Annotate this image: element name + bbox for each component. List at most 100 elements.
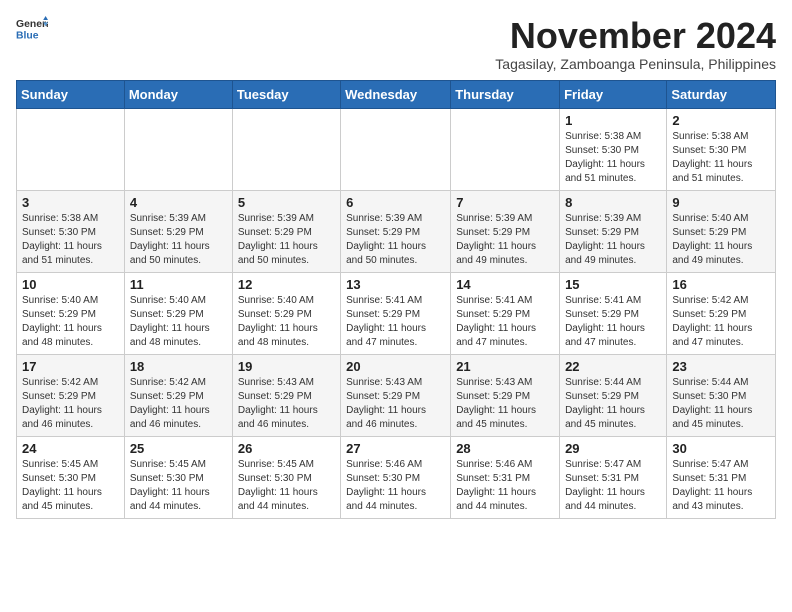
- svg-text:General: General: [16, 19, 48, 30]
- day-info: Sunrise: 5:39 AM Sunset: 5:29 PM Dayligh…: [238, 212, 335, 268]
- day-info: Sunrise: 5:43 AM Sunset: 5:29 PM Dayligh…: [346, 376, 445, 432]
- day-number: 9: [672, 195, 770, 210]
- day-number: 6: [346, 195, 445, 210]
- weekday-header: Wednesday: [341, 80, 451, 108]
- day-number: 13: [346, 277, 445, 292]
- day-number: 25: [130, 441, 227, 456]
- calendar-cell: 26Sunrise: 5:45 AM Sunset: 5:30 PM Dayli…: [232, 436, 340, 518]
- calendar-cell: 10 Sunrise: 5:40 AM Sunset: 5:29 PM Dayli…: [17, 272, 125, 354]
- day-info: Sunrise: 5:40 AM Sunset: 5:29 PM Dayligh…: [130, 294, 227, 350]
- day-number: 18: [130, 359, 227, 374]
- day-info: Sunrise: 5:44 AM Sunset: 5:29 PM Dayligh…: [565, 376, 661, 432]
- calendar-cell: 16 Sunrise: 5:42 AM Sunset: 5:29 PM Dayli…: [667, 272, 776, 354]
- day-info: Sunrise: 5:39 AM Sunset: 5:29 PM Dayligh…: [346, 212, 445, 268]
- calendar-cell: 12 Sunrise: 5:40 AM Sunset: 5:29 PM Dayli…: [232, 272, 340, 354]
- calendar-week-row: 1 Sunrise: 5:38 AM Sunset: 5:30 PM Daylig…: [17, 108, 776, 190]
- calendar-week-row: 10 Sunrise: 5:40 AM Sunset: 5:29 PM Dayli…: [17, 272, 776, 354]
- day-info: Sunrise: 5:41 AM Sunset: 5:29 PM Dayligh…: [456, 294, 554, 350]
- day-info: Sunrise: 5:39 AM Sunset: 5:29 PM Dayligh…: [456, 212, 554, 268]
- day-info: Sunrise: 5:45 AM Sunset: 5:30 PM Dayligh…: [22, 458, 119, 514]
- day-number: 4: [130, 195, 227, 210]
- calendar-cell: 9 Sunrise: 5:40 AM Sunset: 5:29 PM Daylig…: [667, 190, 776, 272]
- calendar-table: SundayMondayTuesdayWednesdayThursdayFrid…: [16, 80, 776, 519]
- day-info: Sunrise: 5:47 AM Sunset: 5:31 PM Dayligh…: [672, 458, 770, 514]
- weekday-header: Friday: [560, 80, 667, 108]
- calendar-cell: 18 Sunrise: 5:42 AM Sunset: 5:29 PM Dayli…: [124, 354, 232, 436]
- day-number: 11: [130, 277, 227, 292]
- calendar-cell: 22 Sunrise: 5:44 AM Sunset: 5:29 PM Dayli…: [560, 354, 667, 436]
- calendar-cell: [341, 108, 451, 190]
- day-number: 21: [456, 359, 554, 374]
- day-info: Sunrise: 5:40 AM Sunset: 5:29 PM Dayligh…: [22, 294, 119, 350]
- day-info: Sunrise: 5:39 AM Sunset: 5:29 PM Dayligh…: [130, 212, 227, 268]
- day-number: 27: [346, 441, 445, 456]
- day-info: Sunrise: 5:40 AM Sunset: 5:29 PM Dayligh…: [238, 294, 335, 350]
- day-info: Sunrise: 5:46 AM Sunset: 5:30 PM Dayligh…: [346, 458, 445, 514]
- weekday-header: Sunday: [17, 80, 125, 108]
- day-info: Sunrise: 5:40 AM Sunset: 5:29 PM Dayligh…: [672, 212, 770, 268]
- calendar-cell: 3 Sunrise: 5:38 AM Sunset: 5:30 PM Daylig…: [17, 190, 125, 272]
- day-number: 23: [672, 359, 770, 374]
- day-info: Sunrise: 5:46 AM Sunset: 5:31 PM Dayligh…: [456, 458, 554, 514]
- day-number: 22: [565, 359, 661, 374]
- day-number: 26: [238, 441, 335, 456]
- day-info: Sunrise: 5:38 AM Sunset: 5:30 PM Dayligh…: [565, 130, 661, 186]
- logo-icon: General Blue: [16, 16, 48, 44]
- weekday-header: Thursday: [451, 80, 560, 108]
- day-info: Sunrise: 5:41 AM Sunset: 5:29 PM Dayligh…: [565, 294, 661, 350]
- day-number: 14: [456, 277, 554, 292]
- day-number: 15: [565, 277, 661, 292]
- title-area: November 2024 Tagasilay, Zamboanga Penin…: [495, 16, 776, 72]
- day-info: Sunrise: 5:47 AM Sunset: 5:31 PM Dayligh…: [565, 458, 661, 514]
- calendar-cell: 27 Sunrise: 5:46 AM Sunset: 5:30 PM Dayli…: [341, 436, 451, 518]
- calendar-week-row: 17Sunrise: 5:42 AM Sunset: 5:29 PM Dayli…: [17, 354, 776, 436]
- calendar-cell: 11 Sunrise: 5:40 AM Sunset: 5:29 PM Dayli…: [124, 272, 232, 354]
- calendar-cell: [17, 108, 125, 190]
- calendar-cell: 1 Sunrise: 5:38 AM Sunset: 5:30 PM Daylig…: [560, 108, 667, 190]
- calendar-cell: 25 Sunrise: 5:45 AM Sunset: 5:30 PM Dayli…: [124, 436, 232, 518]
- weekday-header-row: SundayMondayTuesdayWednesdayThursdayFrid…: [17, 80, 776, 108]
- day-number: 1: [565, 113, 661, 128]
- svg-text:Blue: Blue: [16, 30, 39, 41]
- day-number: 28: [456, 441, 554, 456]
- calendar-cell: 2Sunrise: 5:38 AM Sunset: 5:30 PM Daylig…: [667, 108, 776, 190]
- calendar-cell: 30 Sunrise: 5:47 AM Sunset: 5:31 PM Dayli…: [667, 436, 776, 518]
- calendar-cell: 20 Sunrise: 5:43 AM Sunset: 5:29 PM Dayli…: [341, 354, 451, 436]
- calendar-cell: 23Sunrise: 5:44 AM Sunset: 5:30 PM Dayli…: [667, 354, 776, 436]
- calendar-cell: 29 Sunrise: 5:47 AM Sunset: 5:31 PM Dayli…: [560, 436, 667, 518]
- calendar-cell: [124, 108, 232, 190]
- calendar-cell: [451, 108, 560, 190]
- calendar-cell: 5 Sunrise: 5:39 AM Sunset: 5:29 PM Daylig…: [232, 190, 340, 272]
- page-header: General Blue November 2024 Tagasilay, Za…: [16, 16, 776, 72]
- day-number: 16: [672, 277, 770, 292]
- weekday-header: Tuesday: [232, 80, 340, 108]
- day-number: 2: [672, 113, 770, 128]
- day-number: 19: [238, 359, 335, 374]
- calendar-cell: 24 Sunrise: 5:45 AM Sunset: 5:30 PM Dayli…: [17, 436, 125, 518]
- day-number: 20: [346, 359, 445, 374]
- calendar-cell: 14 Sunrise: 5:41 AM Sunset: 5:29 PM Dayli…: [451, 272, 560, 354]
- day-info: Sunrise: 5:39 AM Sunset: 5:29 PM Dayligh…: [565, 212, 661, 268]
- month-title: November 2024: [495, 16, 776, 56]
- logo: General Blue: [16, 16, 48, 44]
- day-info: Sunrise: 5:45 AM Sunset: 5:30 PM Dayligh…: [130, 458, 227, 514]
- day-info: Sunrise: 5:43 AM Sunset: 5:29 PM Dayligh…: [456, 376, 554, 432]
- calendar-cell: 6 Sunrise: 5:39 AM Sunset: 5:29 PM Daylig…: [341, 190, 451, 272]
- day-info: Sunrise: 5:42 AM Sunset: 5:29 PM Dayligh…: [130, 376, 227, 432]
- calendar-cell: 21 Sunrise: 5:43 AM Sunset: 5:29 PM Dayli…: [451, 354, 560, 436]
- day-number: 24: [22, 441, 119, 456]
- day-number: 30: [672, 441, 770, 456]
- day-number: 5: [238, 195, 335, 210]
- day-number: 12: [238, 277, 335, 292]
- day-info: Sunrise: 5:43 AM Sunset: 5:29 PM Dayligh…: [238, 376, 335, 432]
- day-number: 29: [565, 441, 661, 456]
- day-number: 10: [22, 277, 119, 292]
- day-info: Sunrise: 5:38 AM Sunset: 5:30 PM Dayligh…: [22, 212, 119, 268]
- calendar-cell: 7Sunrise: 5:39 AM Sunset: 5:29 PM Daylig…: [451, 190, 560, 272]
- calendar-week-row: 24 Sunrise: 5:45 AM Sunset: 5:30 PM Dayli…: [17, 436, 776, 518]
- day-info: Sunrise: 5:42 AM Sunset: 5:29 PM Dayligh…: [672, 294, 770, 350]
- calendar-cell: 19 Sunrise: 5:43 AM Sunset: 5:29 PM Dayli…: [232, 354, 340, 436]
- weekday-header: Monday: [124, 80, 232, 108]
- day-number: 3: [22, 195, 119, 210]
- day-info: Sunrise: 5:42 AM Sunset: 5:29 PM Dayligh…: [22, 376, 119, 432]
